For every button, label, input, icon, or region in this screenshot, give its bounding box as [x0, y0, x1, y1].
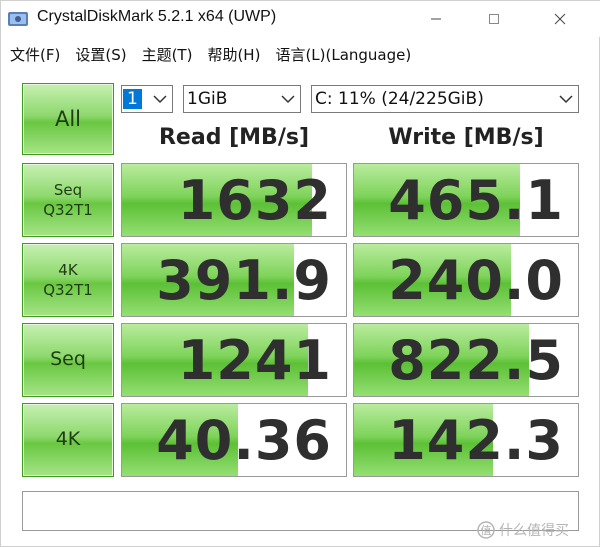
drive-select[interactable]: C: 11% (24/225GiB) — [311, 85, 579, 113]
result-value: 240.0 — [388, 249, 564, 312]
seq-q32t1-write-result: 465.1 — [353, 163, 579, 237]
run-4k-button[interactable]: 4K — [22, 403, 114, 477]
menu-file[interactable]: 文件(F) — [10, 44, 60, 65]
seq-write-result: 822.5 — [353, 323, 579, 397]
test-size-select[interactable]: 1GiB — [183, 85, 301, 113]
menu-theme[interactable]: 主题(T) — [142, 44, 193, 65]
benchmark-panel: All 1 1GiB C: 11% (24/225GiB) Read [MB/s… — [1, 73, 600, 547]
menu-help[interactable]: 帮助(H) — [207, 44, 260, 65]
run-all-label: All — [54, 106, 82, 131]
chevron-down-icon — [153, 95, 167, 104]
write-column-header: Write [MB/s] — [388, 125, 544, 150]
title-bar: CrystalDiskMark 5.2.1 x64 (UWP) — [1, 1, 600, 37]
result-value: 1241 — [177, 329, 332, 392]
4k-q32t1-read-result: 391.9 — [121, 243, 347, 317]
watermark-text: 什么值得买 — [499, 523, 569, 539]
result-value: 40.36 — [156, 409, 332, 472]
row-label-line1: Seq — [53, 180, 83, 199]
maximize-icon — [489, 14, 499, 24]
run-all-button[interactable]: All — [22, 83, 114, 155]
4k-q32t1-write-result: 240.0 — [353, 243, 579, 317]
row-label-line1: Seq — [50, 348, 86, 371]
maximize-button[interactable] — [471, 1, 517, 37]
drive-value: C: 11% (24/225GiB) — [315, 89, 484, 109]
disk-icon — [8, 12, 28, 26]
menu-bar: 文件(F) 设置(S) 主题(T) 帮助(H) 语言(L)(Language) — [1, 39, 600, 69]
test-size-value: 1GiB — [187, 89, 228, 109]
close-icon — [554, 13, 566, 25]
svg-text:值: 值 — [481, 524, 492, 537]
4k-read-result: 40.36 — [121, 403, 347, 477]
minimize-button[interactable] — [413, 1, 459, 37]
result-value: 1632 — [177, 169, 332, 232]
row-label-line1: 4K — [58, 260, 78, 279]
menu-language[interactable]: 语言(L)(Language) — [275, 44, 411, 65]
watermark: 值 什么值得买 — [477, 520, 569, 540]
result-value: 391.9 — [156, 249, 332, 312]
chevron-down-icon — [281, 95, 295, 104]
seq-q32t1-read-result: 1632 — [121, 163, 347, 237]
result-value: 822.5 — [388, 329, 564, 392]
minimize-icon — [431, 18, 441, 20]
row-label-line1: 4K — [55, 428, 81, 451]
result-value: 465.1 — [388, 169, 564, 232]
menu-settings[interactable]: 设置(S) — [75, 44, 126, 65]
4k-write-result: 142.3 — [353, 403, 579, 477]
close-button[interactable] — [537, 1, 583, 37]
run-seq-q32t1-button[interactable]: Seq Q32T1 — [22, 163, 114, 237]
chevron-down-icon — [559, 95, 573, 104]
result-value: 142.3 — [388, 409, 564, 472]
watermark-logo-icon: 值 — [477, 521, 495, 539]
test-count-select[interactable]: 1 — [121, 85, 173, 113]
run-4k-q32t1-button[interactable]: 4K Q32T1 — [22, 243, 114, 317]
app-window: CrystalDiskMark 5.2.1 x64 (UWP) 文件(F) 设置… — [0, 0, 600, 547]
seq-read-result: 1241 — [121, 323, 347, 397]
test-count-value: 1 — [123, 89, 142, 109]
run-seq-button[interactable]: Seq — [22, 323, 114, 397]
row-label-line2: Q32T1 — [43, 281, 93, 299]
row-label-line2: Q32T1 — [43, 201, 93, 219]
read-column-header: Read [MB/s] — [158, 125, 309, 150]
window-title: CrystalDiskMark 5.2.1 x64 (UWP) — [37, 8, 277, 25]
